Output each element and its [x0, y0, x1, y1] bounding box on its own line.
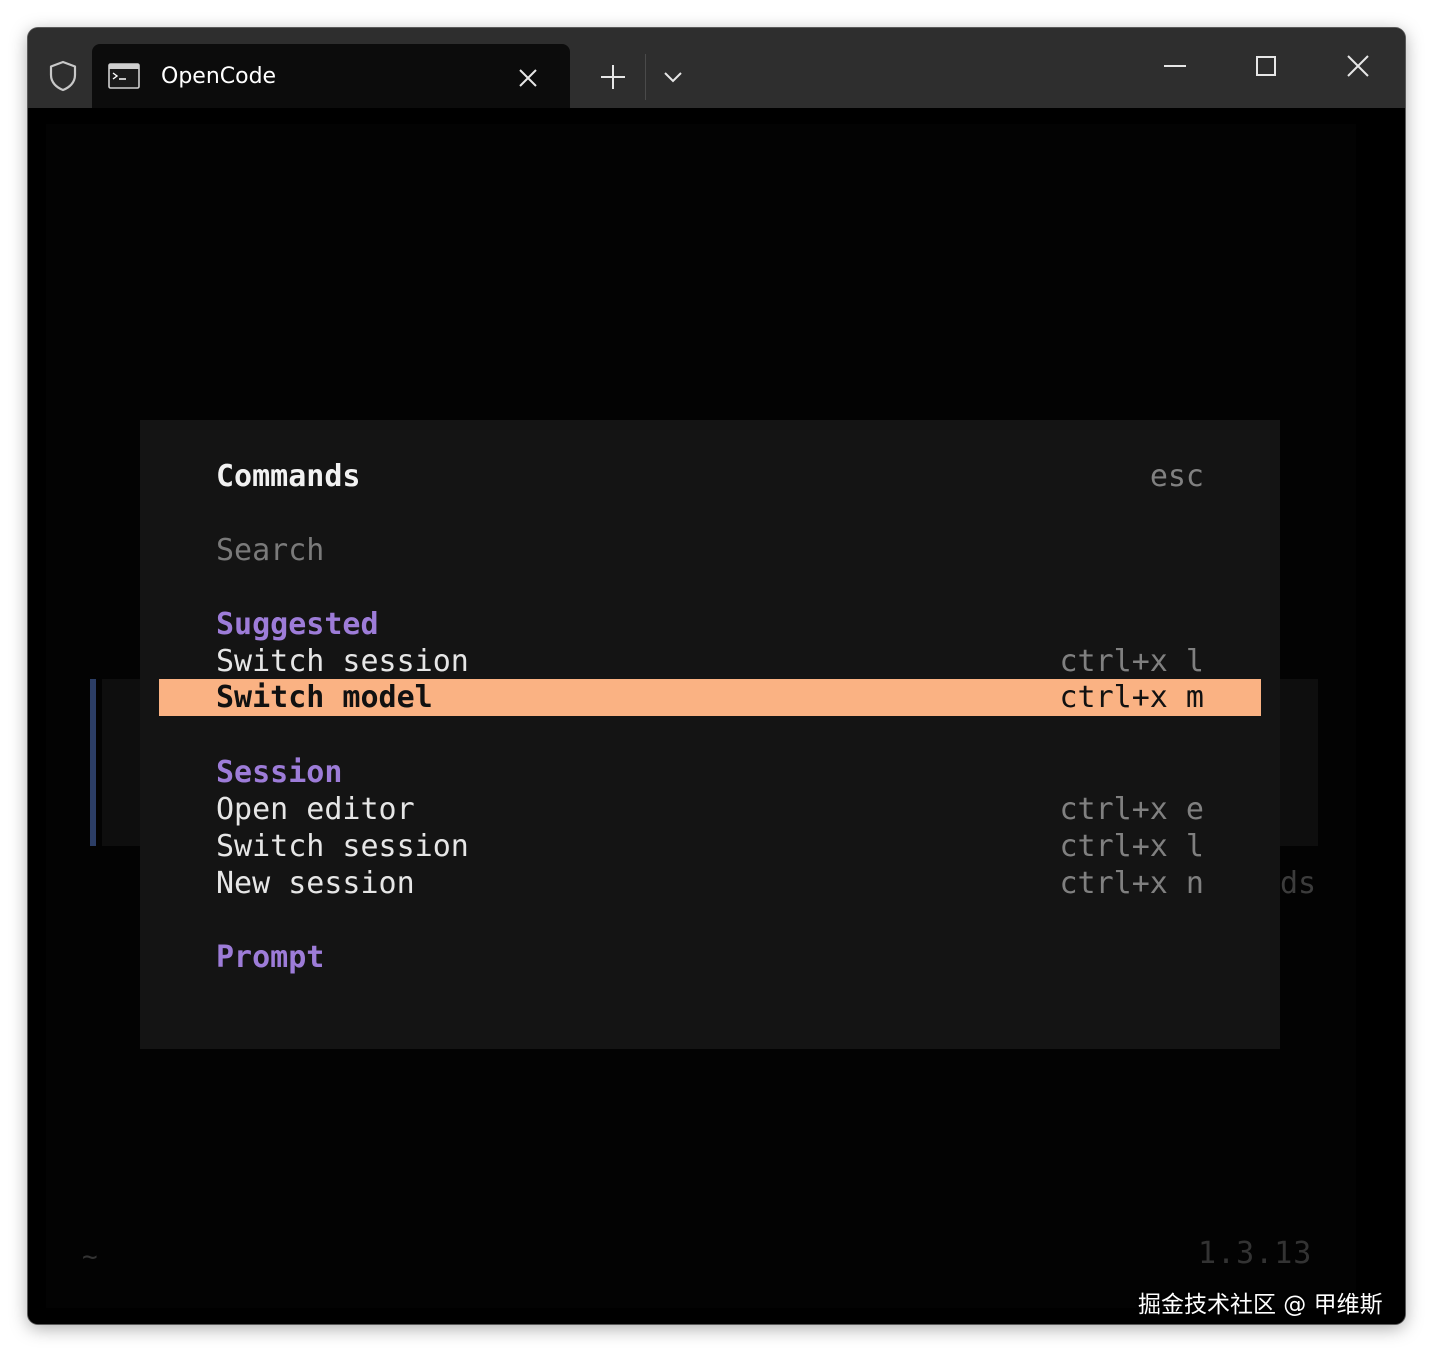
background-panel-accent	[90, 679, 96, 846]
minimize-icon[interactable]	[1161, 52, 1189, 80]
command-label: Switch session	[216, 644, 469, 679]
dialog-esc-hint[interactable]: esc	[1150, 458, 1204, 495]
terminal-area[interactable]: ds ~ 1.3.13 Commands esc Search Suggeste…	[28, 108, 1405, 1324]
background-text-fragment: ds	[1280, 866, 1317, 901]
chevron-down-icon[interactable]	[660, 64, 686, 90]
group-label-suggested: Suggested	[216, 607, 379, 642]
command-label: Switch model	[216, 680, 433, 715]
tab-opencode[interactable]: OpenCode	[92, 44, 570, 108]
shield-icon[interactable]	[48, 60, 78, 92]
commands-dialog: Commands esc Search Suggested Switch ses…	[140, 420, 1280, 1049]
maximize-icon[interactable]	[1252, 52, 1280, 80]
close-tab-icon[interactable]	[516, 66, 540, 90]
command-label: Open editor	[216, 792, 415, 827]
watermark: 掘金技术社区 @ 甲维斯	[1138, 1292, 1383, 1318]
tab-title: OpenCode	[161, 64, 277, 89]
version-label: 1.3.13	[1198, 1236, 1313, 1271]
search-input[interactable]: Search	[216, 532, 324, 569]
command-shortcut: ctrl+x l	[1059, 829, 1205, 864]
command-shortcut: ctrl+x n	[1059, 866, 1205, 901]
command-label: Switch session	[216, 829, 469, 864]
terminal-icon	[108, 63, 140, 89]
close-window-icon[interactable]	[1344, 52, 1372, 80]
list-item-selected[interactable]: Switch model ctrl+x m	[159, 679, 1261, 716]
group-label-session: Session	[216, 755, 343, 790]
command-shortcut: ctrl+x e	[1059, 792, 1205, 827]
new-tab-icon[interactable]	[598, 62, 628, 92]
command-shortcut: ctrl+x m	[1059, 680, 1205, 715]
title-bar[interactable]: OpenCode	[28, 28, 1405, 108]
dialog-title: Commands	[216, 459, 361, 494]
command-label: New session	[216, 866, 415, 901]
current-directory: ~	[82, 1242, 98, 1272]
group-label-prompt: Prompt	[216, 940, 325, 975]
terminal-window: OpenCode ds ~ 1.3.13 Commands esc Search…	[28, 28, 1405, 1324]
command-shortcut: ctrl+x l	[1059, 644, 1205, 679]
tab-separator	[645, 54, 646, 100]
